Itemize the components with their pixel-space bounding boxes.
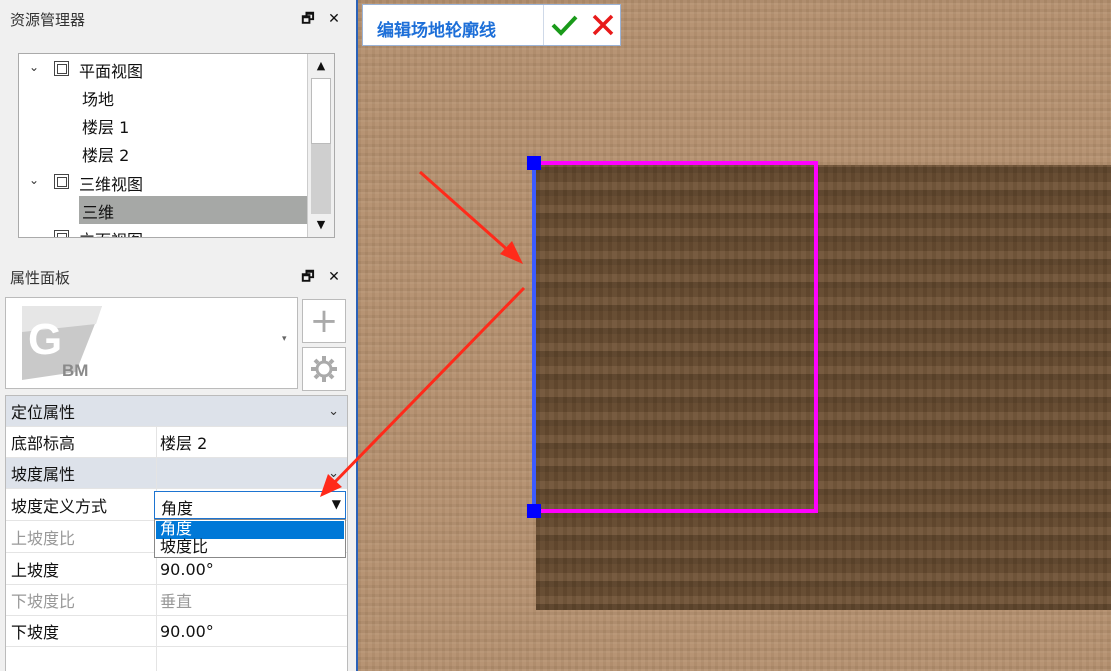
tree-scrollbar[interactable]: ▲ ▼ <box>307 54 334 237</box>
explorer-title: 资源管理器 <box>10 10 86 29</box>
chevron-down-icon[interactable]: ⌄ <box>27 60 41 74</box>
group-location-properties[interactable]: 定位属性 ⌄ <box>6 396 347 427</box>
tree-label: 平面视图 <box>79 62 144 81</box>
chevron-down-icon[interactable]: ⌄ <box>27 173 41 187</box>
type-selector[interactable]: G BM ▾ <box>5 297 298 389</box>
prop-key: 底部标高 <box>11 434 76 453</box>
explorer-header: 资源管理器 🗗 ✕ <box>0 0 350 38</box>
prop-value[interactable]: 90.00° <box>160 622 214 641</box>
check-icon[interactable] <box>549 10 579 40</box>
group-label: 定位属性 <box>11 403 76 422</box>
elevation-view-icon <box>54 230 69 237</box>
float-window-icon[interactable]: 🗗 <box>300 268 316 286</box>
left-panels: 资源管理器 🗗 ✕ ⌄ 平面视图 场地 楼层 1 楼层 2 ⌄ 三维视图 三维 … <box>0 0 350 671</box>
dropdown-caret-icon[interactable]: ▾ <box>282 334 287 344</box>
app-window: 资源管理器 🗗 ✕ ⌄ 平面视图 场地 楼层 1 楼层 2 ⌄ 三维视图 三维 … <box>0 0 1111 671</box>
slope-definition-select[interactable]: 角度 ▼ <box>154 491 346 519</box>
chevron-down-icon[interactable]: ⌄ <box>328 466 339 481</box>
add-type-button[interactable]: + <box>302 299 346 343</box>
close-icon[interactable]: ✕ <box>326 268 342 286</box>
scrollbar-track[interactable] <box>311 144 331 214</box>
prop-key: 下坡度比 <box>11 592 76 611</box>
gear-icon <box>311 356 337 382</box>
prop-row-lower-slope[interactable]: 下坡度 90.00° <box>6 616 347 647</box>
group-label: 坡度属性 <box>11 465 76 484</box>
prop-row-base-level[interactable]: 底部标高 楼层 2 <box>6 427 347 458</box>
tree-label: 场地 <box>82 90 115 109</box>
close-icon[interactable]: ✕ <box>326 10 342 28</box>
gbm-logo-icon: G BM <box>22 306 102 380</box>
float-window-icon[interactable]: 🗗 <box>300 10 316 28</box>
scroll-up-icon[interactable]: ▲ <box>308 55 334 77</box>
prop-key: 下坡度 <box>11 623 60 642</box>
tree-label: 立面视图 <box>79 227 143 237</box>
tree-label: 楼层 2 <box>82 146 130 165</box>
chevron-down-icon[interactable]: ⌄ <box>328 404 339 419</box>
scrollbar-thumb[interactable] <box>311 78 331 144</box>
prop-row-upper-slope[interactable]: 上坡度 90.00° <box>6 554 347 585</box>
3d-viewport[interactable]: 编辑场地轮廓线 <box>356 0 1111 671</box>
scroll-down-icon[interactable]: ▼ <box>308 214 334 236</box>
dropdown-arrow-icon[interactable]: ▼ <box>332 497 341 511</box>
svg-text:G: G <box>28 315 62 364</box>
prop-key: 坡度定义方式 <box>11 497 108 516</box>
properties-title: 属性面板 <box>10 268 71 287</box>
prop-value[interactable]: 90.00° <box>160 560 214 579</box>
site-terrain-surface <box>536 165 1111 610</box>
type-settings-button[interactable] <box>302 347 346 391</box>
tree-label: 三维视图 <box>79 175 144 194</box>
prop-row-lower-slope-ratio: 下坡度比 垂直 <box>6 585 347 616</box>
plus-icon: + <box>309 301 339 341</box>
tree-label: 三维 <box>82 203 115 222</box>
option-slope-ratio[interactable]: 坡度比 <box>156 539 344 557</box>
x-icon[interactable] <box>589 10 617 40</box>
plan-view-icon <box>54 61 69 76</box>
svg-text:BM: BM <box>62 361 88 380</box>
prop-key: 上坡度 <box>11 561 60 580</box>
group-slope-properties[interactable]: 坡度属性 ⌄ <box>6 458 347 489</box>
properties-header: 属性面板 🗗 ✕ <box>0 258 350 296</box>
chevron-down-icon[interactable]: ⌄ <box>27 229 41 237</box>
edit-mode-title: 编辑场地轮廓线 <box>377 21 496 41</box>
3d-view-icon <box>54 174 69 189</box>
prop-value: 垂直 <box>160 592 193 611</box>
select-value: 角度 <box>161 499 194 518</box>
prop-key: 上坡度比 <box>11 529 76 548</box>
tree-label: 楼层 1 <box>82 118 130 137</box>
toolbar-divider <box>543 5 544 45</box>
edit-mode-toolbar: 编辑场地轮廓线 <box>362 4 621 46</box>
prop-value[interactable]: 楼层 2 <box>160 430 207 454</box>
explorer-tree: ⌄ 平面视图 场地 楼层 1 楼层 2 ⌄ 三维视图 三维 ⌄ ▲ ▼ <box>18 53 335 238</box>
slope-definition-dropdown: 角度 坡度比 <box>154 519 346 558</box>
